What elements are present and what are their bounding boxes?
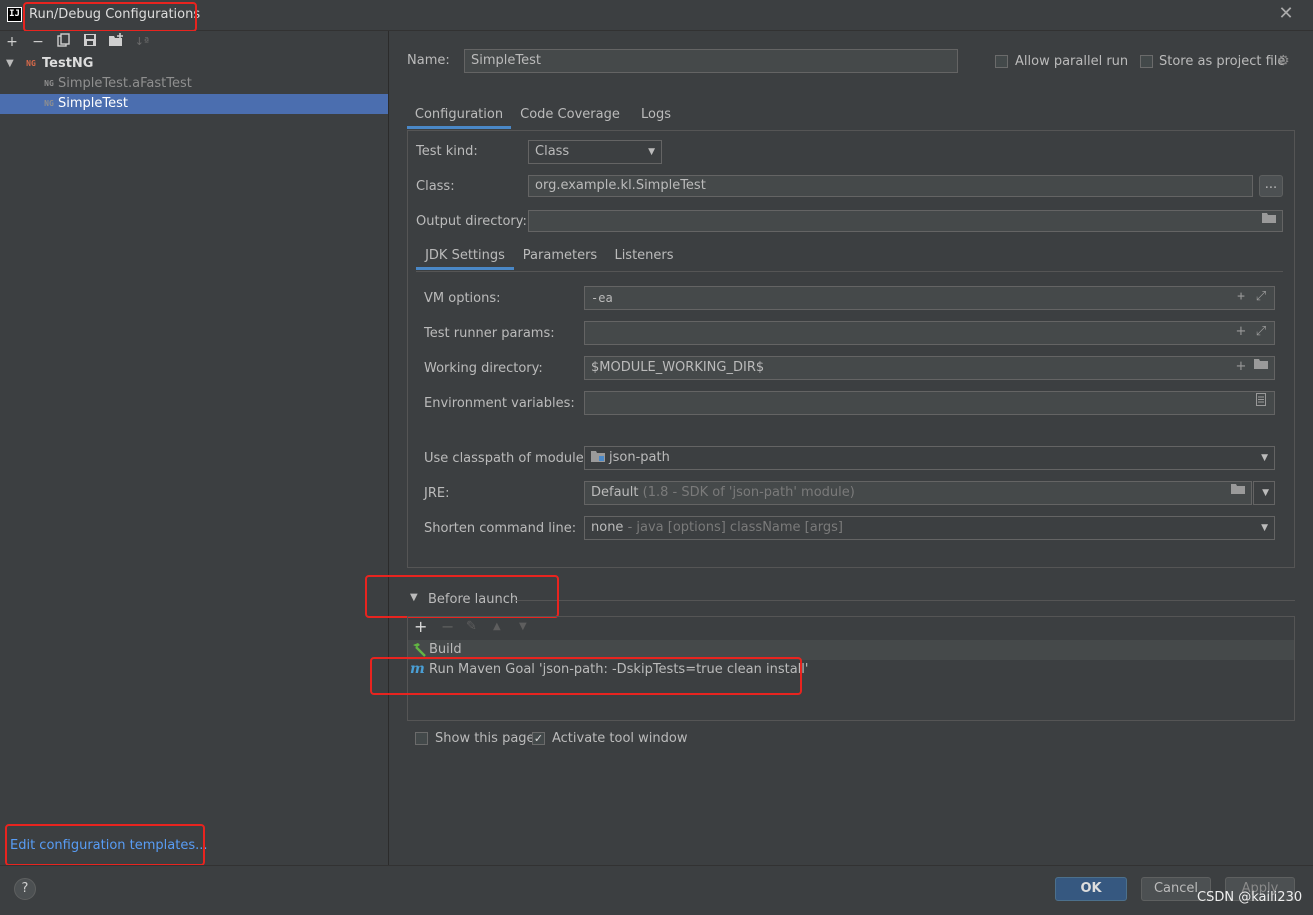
copy-icon[interactable] xyxy=(55,33,73,51)
env-vars-input[interactable] xyxy=(584,391,1275,415)
classpath-select[interactable]: json-path ▼ xyxy=(584,446,1275,470)
shorten-hint: - java [options] className [args] xyxy=(627,520,843,535)
runner-params-input[interactable]: + ⤢ xyxy=(584,321,1275,345)
name-label: Name: xyxy=(407,53,450,68)
working-dir-value: $MODULE_WORKING_DIR$ xyxy=(591,360,765,375)
module-folder-icon xyxy=(591,448,605,462)
tree-item-label: SimpleTest xyxy=(58,96,128,111)
task-label: Build xyxy=(429,642,462,657)
folder-icon[interactable] xyxy=(1252,358,1270,376)
test-kind-label: Test kind: xyxy=(416,144,478,159)
plus-icon[interactable]: + xyxy=(1232,323,1250,341)
move-down-icon[interactable]: ▼ xyxy=(519,621,527,632)
expand-icon[interactable]: ⤢ xyxy=(1252,288,1270,306)
highlight-maven-task xyxy=(370,657,802,695)
test-kind-value: Class xyxy=(535,144,570,159)
close-icon[interactable]: ✕ xyxy=(1277,5,1295,23)
edit-icon[interactable]: ✎ xyxy=(466,619,477,634)
remove-icon[interactable]: − xyxy=(29,33,47,51)
jre-value: Default xyxy=(591,485,639,500)
classpath-label: Use classpath of module: xyxy=(424,451,589,466)
tree-group-testng[interactable]: ▼ NG TestNG xyxy=(0,54,388,74)
jre-dropdown-button[interactable]: ▼ xyxy=(1253,481,1275,505)
tab-parameters[interactable]: Parameters xyxy=(521,242,599,270)
move-up-icon[interactable]: ▲ xyxy=(493,621,501,632)
tab-logs[interactable]: Logs xyxy=(634,101,678,129)
add-icon[interactable]: + xyxy=(3,33,21,51)
jre-input[interactable]: Default (1.8 - SDK of 'json-path' module… xyxy=(584,481,1252,505)
show-page-label: Show this page xyxy=(435,731,535,746)
testng-class-icon: NG xyxy=(44,99,54,108)
folder-icon[interactable] xyxy=(1260,212,1278,230)
jre-label: JRE: xyxy=(424,486,450,501)
activate-tool-checkbox[interactable]: ✓ xyxy=(532,732,545,745)
plus-icon[interactable]: + xyxy=(1232,288,1250,306)
working-dir-input[interactable]: $MODULE_WORKING_DIR$ + xyxy=(584,356,1275,380)
vm-options-label: VM options: xyxy=(424,291,501,306)
working-dir-label: Working directory: xyxy=(424,361,543,376)
before-launch-divider xyxy=(514,600,1295,601)
plus-icon[interactable]: + xyxy=(1232,358,1250,376)
help-button[interactable]: ? xyxy=(14,878,36,900)
store-project-label: Store as project file xyxy=(1159,54,1286,69)
highlight-edit-templates xyxy=(5,824,205,866)
document-icon[interactable] xyxy=(1252,393,1270,411)
intellij-app-icon: IJ xyxy=(7,7,22,22)
classpath-value: json-path xyxy=(609,450,670,465)
sort-icon[interactable]: ↓ª xyxy=(133,33,151,51)
testng-icon: NG xyxy=(26,59,36,68)
highlight-title xyxy=(23,2,197,32)
shorten-value: none xyxy=(591,520,624,535)
shorten-label: Shorten command line: xyxy=(424,521,577,536)
folder-icon[interactable] xyxy=(1229,483,1247,501)
output-dir-input[interactable] xyxy=(528,210,1283,232)
activate-tool-label: Activate tool window xyxy=(552,731,688,746)
ok-button[interactable]: OK xyxy=(1055,877,1127,901)
shorten-select[interactable]: none - java [options] className [args] ▼ xyxy=(584,516,1275,540)
tab-configuration[interactable]: Configuration xyxy=(407,101,511,129)
configurations-sidebar xyxy=(0,31,389,865)
expand-icon[interactable]: ⤢ xyxy=(1252,323,1270,341)
allow-parallel-label: Allow parallel run xyxy=(1015,54,1129,69)
test-kind-select[interactable]: Class ▼ xyxy=(528,140,662,164)
output-dir-label: Output directory: xyxy=(416,214,527,229)
dropdown-arrow-icon: ▼ xyxy=(1261,523,1268,533)
runner-params-label: Test runner params: xyxy=(424,326,555,341)
env-vars-label: Environment variables: xyxy=(424,396,575,411)
hammer-icon xyxy=(410,642,426,658)
subtab-divider xyxy=(416,271,1283,272)
class-label: Class: xyxy=(416,179,455,194)
tree-group-label: TestNG xyxy=(42,56,94,71)
vm-options-value: -ea xyxy=(591,291,613,305)
watermark-text: CSDN @kaili230 xyxy=(1197,890,1303,905)
dropdown-arrow-icon: ▼ xyxy=(1262,488,1269,498)
tab-listeners[interactable]: Listeners xyxy=(612,242,676,270)
new-folder-icon[interactable] xyxy=(107,33,125,51)
vm-options-input[interactable]: -ea + ⤢ xyxy=(584,286,1275,310)
dropdown-arrow-icon: ▼ xyxy=(648,147,655,157)
class-input[interactable]: org.example.kl.SimpleTest xyxy=(528,175,1253,197)
dropdown-arrow-icon: ▼ xyxy=(1261,453,1268,463)
show-page-checkbox[interactable] xyxy=(415,732,428,745)
allow-parallel-checkbox[interactable] xyxy=(995,55,1008,68)
gear-icon[interactable]: ⚙ xyxy=(1277,53,1290,69)
tree-item-simpletest-afasttest[interactable]: NG SimpleTest.aFastTest xyxy=(0,74,388,94)
store-project-checkbox[interactable] xyxy=(1140,55,1153,68)
class-browse-button[interactable]: ... xyxy=(1259,175,1283,197)
chevron-down-icon[interactable]: ▼ xyxy=(6,54,14,74)
name-input[interactable]: SimpleTest xyxy=(464,49,958,73)
jre-hint: (1.8 - SDK of 'json-path' module) xyxy=(642,485,855,500)
save-icon[interactable] xyxy=(81,33,99,51)
tree-item-simpletest[interactable]: NG SimpleTest xyxy=(0,94,388,114)
remove-icon[interactable]: − xyxy=(441,617,454,636)
tab-jdk-settings[interactable]: JDK Settings xyxy=(416,242,514,270)
tab-code-coverage[interactable]: Code Coverage xyxy=(517,101,623,129)
add-icon[interactable]: + xyxy=(414,617,427,636)
highlight-before-launch xyxy=(365,575,559,618)
tree-item-label: SimpleTest.aFastTest xyxy=(58,76,192,91)
testng-method-icon: NG xyxy=(44,79,54,88)
